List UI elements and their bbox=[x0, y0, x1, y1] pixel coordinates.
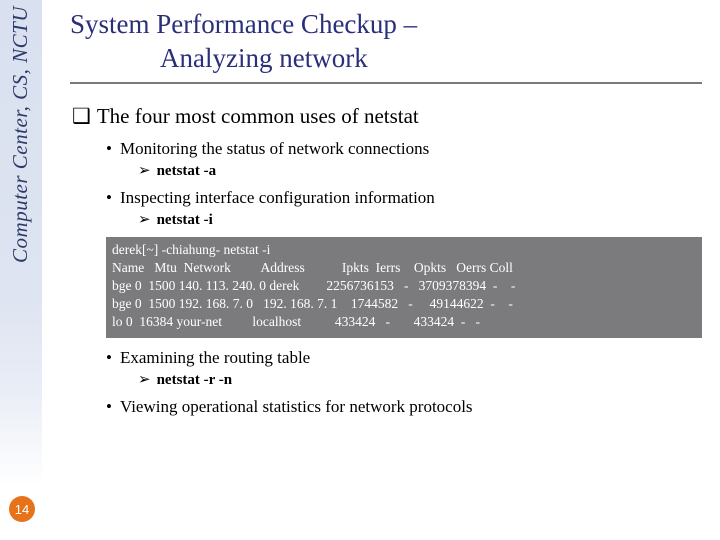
bullet-1: • Monitoring the status of network connec… bbox=[106, 139, 702, 159]
title-line-2: Analyzing network bbox=[70, 42, 702, 76]
page-number-badge: 14 bbox=[9, 496, 35, 522]
bullet-2-cmd: ➢ netstat -i bbox=[138, 210, 702, 229]
arrow-bullet-icon: ➢ bbox=[138, 211, 151, 228]
sidebar-banner: Computer Center, CS, NCTU bbox=[0, 0, 42, 540]
bullet-4-text: Viewing operational statistics for netwo… bbox=[120, 397, 473, 416]
bullet-2: • Inspecting interface configuration info… bbox=[106, 188, 702, 208]
bullet-2-text: Inspecting interface configuration infor… bbox=[120, 188, 435, 207]
bullet-3: • Examining the routing table bbox=[106, 348, 702, 368]
page-number: 14 bbox=[15, 502, 29, 517]
dot-bullet-icon: • bbox=[106, 397, 112, 416]
terminal-text: derek[~] -chiahung- netstat -i Name Mtu … bbox=[112, 242, 515, 330]
slide-title: System Performance Checkup – Analyzing n… bbox=[70, 8, 702, 84]
slide: Computer Center, CS, NCTU 14 System Perf… bbox=[0, 0, 720, 540]
sidebar-org-text: Computer Center, CS, NCTU bbox=[8, 6, 33, 263]
terminal-output: derek[~] -chiahung- netstat -i Name Mtu … bbox=[106, 237, 702, 338]
dot-bullet-icon: • bbox=[106, 348, 112, 367]
dot-bullet-icon: • bbox=[106, 139, 112, 158]
bullet-4: • Viewing operational statistics for netw… bbox=[106, 397, 702, 417]
bullet-1-cmd-text: netstat -a bbox=[157, 163, 217, 179]
bullet-1-cmd: ➢ netstat -a bbox=[138, 161, 702, 180]
bullet-1-text: Monitoring the status of network connect… bbox=[120, 139, 429, 158]
bullet-2-cmd-text: netstat -i bbox=[157, 212, 213, 228]
title-line-1: System Performance Checkup – bbox=[70, 9, 417, 39]
heading-text: The four most common uses of netstat bbox=[97, 104, 419, 128]
bullet-3-cmd: ➢ netstat -r -n bbox=[138, 370, 702, 389]
heading-bullet: ❑ The four most common uses of netstat bbox=[72, 104, 702, 129]
bullet-3-cmd-text: netstat -r -n bbox=[157, 372, 233, 388]
dot-bullet-icon: • bbox=[106, 188, 112, 207]
bullet-3-text: Examining the routing table bbox=[120, 348, 310, 367]
content-area: System Performance Checkup – Analyzing n… bbox=[70, 8, 702, 419]
square-bullet-icon: ❑ bbox=[72, 105, 91, 128]
arrow-bullet-icon: ➢ bbox=[138, 371, 151, 388]
arrow-bullet-icon: ➢ bbox=[138, 162, 151, 179]
